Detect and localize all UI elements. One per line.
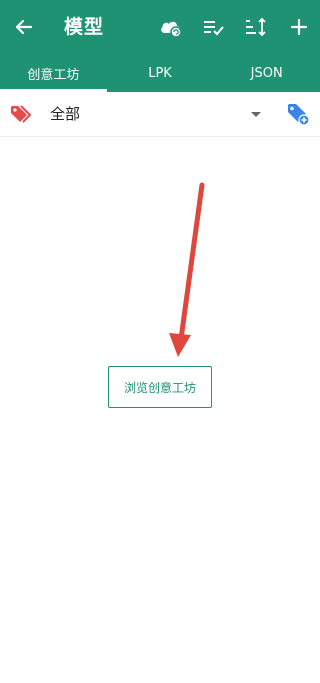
content-area: 浏览创意工坊: [0, 137, 320, 683]
tab-lpk[interactable]: LPK: [107, 54, 214, 92]
tab-bar: 创意工坊 LPK JSON: [0, 54, 320, 92]
tag-filter-select[interactable]: 全部: [50, 104, 80, 124]
tab-label: JSON: [250, 65, 283, 81]
app-root: 模型 创意工坊 LPK JSON 全部 浏览创意工坊: [0, 0, 320, 683]
tag-filter-row: 全部: [0, 92, 320, 137]
tags-icon: [10, 104, 32, 124]
red-arrow-icon: [169, 182, 205, 357]
top-app-bar: 模型: [0, 0, 320, 54]
arrow-left-icon[interactable]: [10, 13, 38, 41]
tab-workshop[interactable]: 创意工坊: [0, 54, 107, 92]
caret-down-icon[interactable]: [248, 106, 264, 122]
playlist-check-icon[interactable]: [200, 13, 228, 41]
cloud-sync-icon[interactable]: [157, 13, 185, 41]
tab-json[interactable]: JSON: [213, 54, 320, 92]
plus-icon[interactable]: [285, 13, 313, 41]
sort-icon[interactable]: [242, 13, 270, 41]
tag-plus-icon[interactable]: [286, 102, 310, 126]
browse-workshop-button[interactable]: 浏览创意工坊: [108, 366, 212, 408]
page-title: 模型: [64, 16, 105, 38]
tab-label: 创意工坊: [27, 67, 80, 83]
tab-label: LPK: [148, 65, 172, 81]
